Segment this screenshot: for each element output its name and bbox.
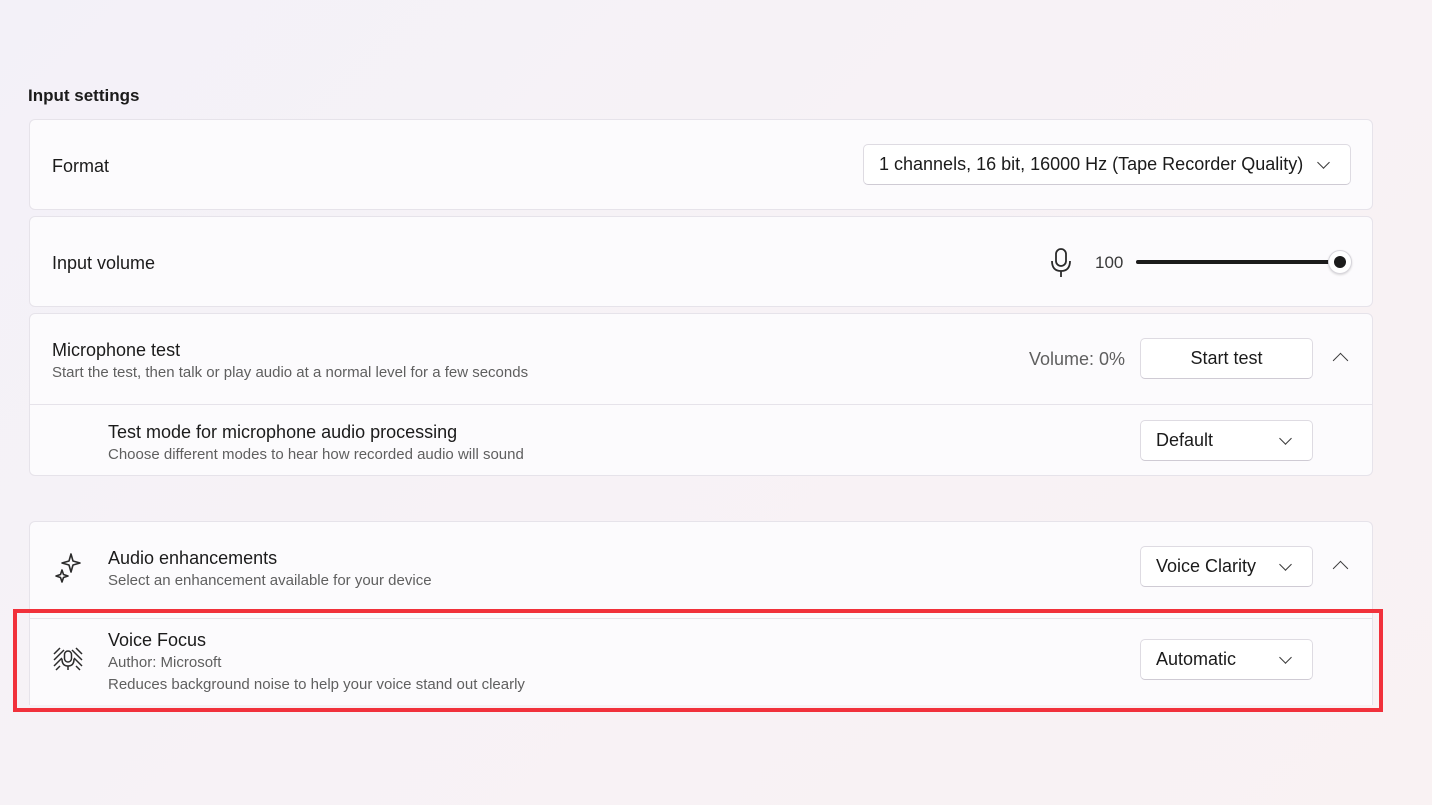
chevron-down-icon	[1317, 156, 1330, 169]
test-mode-label: Test mode for microphone audio processin…	[108, 422, 458, 442]
test-mode-dropdown[interactable]: Default	[1140, 420, 1313, 461]
input-volume-card: Input volume 100	[29, 216, 1373, 307]
chevron-up-icon[interactable]	[1332, 560, 1349, 577]
microphone-test-label: Microphone test	[52, 340, 181, 360]
chevron-down-icon	[1279, 432, 1292, 445]
sparkle-icon	[54, 552, 84, 589]
chevron-up-icon[interactable]	[1332, 352, 1349, 369]
format-card: Format 1 channels, 16 bit, 16000 Hz (Tap…	[29, 119, 1373, 210]
highlight-box	[13, 609, 1383, 712]
chevron-down-icon	[1279, 558, 1292, 571]
microphone-test-card: Microphone test Start the test, then tal…	[29, 313, 1373, 476]
input-volume-slider[interactable]	[1136, 250, 1352, 274]
test-mode-description: Choose different modes to hear how recor…	[108, 446, 524, 463]
start-test-button[interactable]: Start test	[1140, 338, 1313, 379]
format-dropdown[interactable]: 1 channels, 16 bit, 16000 Hz (Tape Recor…	[863, 144, 1351, 185]
format-dropdown-value: 1 channels, 16 bit, 16000 Hz (Tape Recor…	[879, 154, 1304, 174]
section-title: Input settings	[28, 86, 140, 105]
input-volume-label: Input volume	[52, 253, 156, 273]
audio-enhancements-dropdown-value: Voice Clarity	[1156, 556, 1257, 576]
test-mode-dropdown-value: Default	[1156, 430, 1214, 450]
audio-enhancements-dropdown[interactable]: Voice Clarity	[1140, 546, 1313, 587]
slider-thumb[interactable]	[1328, 250, 1352, 274]
audio-enhancements-description: Select an enhancement available for your…	[108, 572, 432, 589]
divider	[30, 404, 1372, 405]
slider-fill	[1136, 260, 1336, 264]
format-label: Format	[52, 156, 110, 176]
microphone-test-volume: Volume: 0%	[1029, 349, 1126, 369]
audio-enhancements-label: Audio enhancements	[108, 548, 278, 568]
microphone-test-description: Start the test, then talk or play audio …	[52, 364, 529, 381]
microphone-icon[interactable]	[1048, 247, 1074, 284]
input-volume-value: 100	[1095, 253, 1124, 272]
